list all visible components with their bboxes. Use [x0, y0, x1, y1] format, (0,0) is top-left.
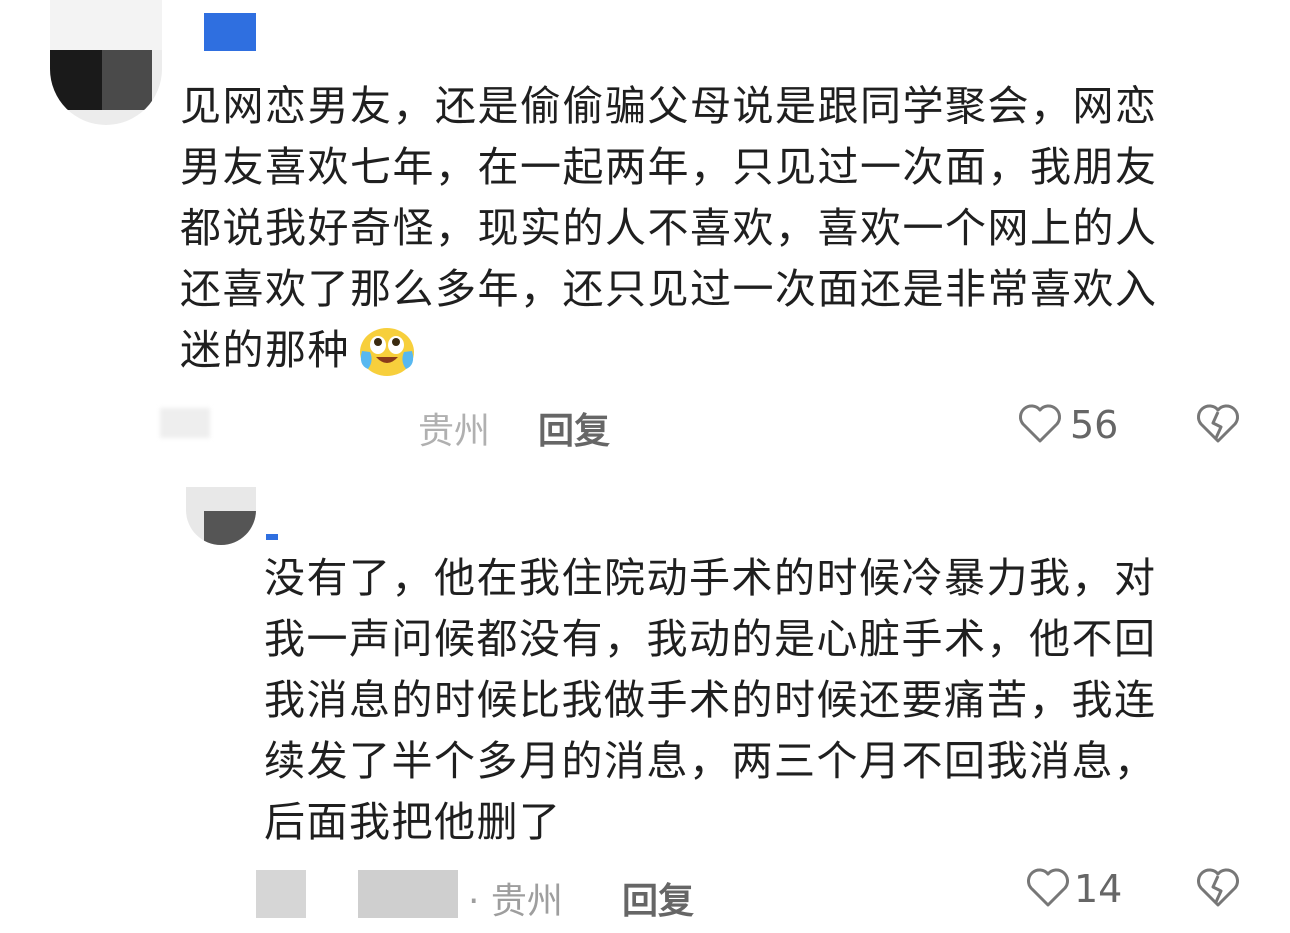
- reply-button[interactable]: 回复: [622, 872, 694, 924]
- comment-line: 续发了半个多月的消息，两三个月不回我消息，: [264, 737, 1157, 785]
- username-placeholder: [160, 408, 210, 438]
- like-count: 14: [1074, 867, 1123, 911]
- username-placeholder: [256, 870, 306, 918]
- heart-icon: [1019, 404, 1061, 443]
- comment-line: 都说我好奇怪，现实的人不喜欢，喜欢一个网上的人: [180, 204, 1158, 252]
- heart-icon: [1027, 868, 1069, 907]
- username-badge: [204, 13, 256, 51]
- comment-line: 还喜欢了那么多年，还只见过一次面还是非常喜欢入: [180, 265, 1158, 313]
- like-button[interactable]: [1018, 404, 1062, 444]
- avatar[interactable]: [186, 487, 256, 545]
- like-count: 56: [1070, 403, 1119, 447]
- comment-line: 没有了，他在我住院动手术的时候冷暴力我，对: [264, 554, 1157, 602]
- location-label: 贵州: [418, 411, 491, 452]
- reply-button[interactable]: 回复: [538, 402, 610, 454]
- comment-text: 见网恋男友，还是偷偷骗父母说是跟同学聚会，网恋 男友喜欢七年，在一起两年，只见过…: [180, 76, 1158, 381]
- dislike-button[interactable]: [1196, 404, 1240, 444]
- comment-line-text: 迷的那种: [180, 326, 350, 374]
- username-badge: [266, 534, 278, 540]
- broken-heart-icon: [1197, 868, 1239, 907]
- comment-line: 我消息的时候比我做手术的时候还要痛苦，我连: [264, 676, 1157, 724]
- comment-line: 后面我把他删了: [264, 798, 562, 846]
- comment-line: 迷的那种: [180, 320, 1158, 381]
- comment-line: 我一声问候都没有，我动的是心脏手术，他不回: [264, 615, 1157, 663]
- crying-laughing-emoji-icon: [358, 325, 416, 377]
- comment-line: 男友喜欢七年，在一起两年，只见过一次面，我朋友: [180, 143, 1158, 191]
- username-placeholder: [358, 870, 458, 918]
- location-label: · 贵州: [468, 881, 563, 922]
- avatar[interactable]: [50, 0, 162, 125]
- comment-line: 见网恋男友，还是偷偷骗父母说是跟同学聚会，网恋: [180, 82, 1158, 130]
- dislike-button[interactable]: [1196, 868, 1240, 908]
- broken-heart-icon: [1197, 404, 1239, 443]
- like-button[interactable]: [1026, 868, 1070, 908]
- comment-text: 没有了，他在我住院动手术的时候冷暴力我，对 我一声问候都没有，我动的是心脏手术，…: [264, 548, 1157, 853]
